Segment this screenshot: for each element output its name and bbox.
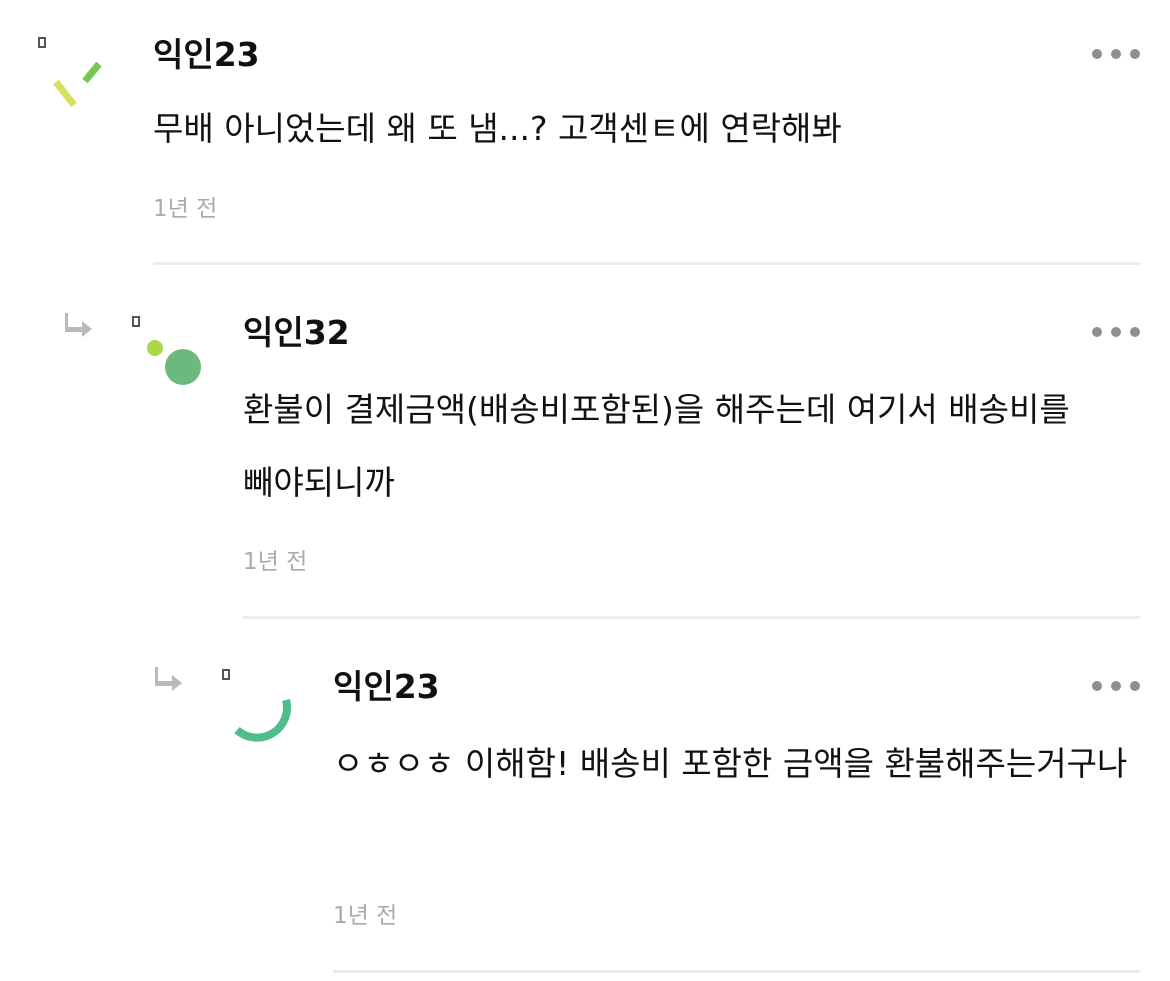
more-dot	[1130, 327, 1140, 337]
avatar-pattern-icon	[222, 669, 291, 742]
avatar[interactable]	[30, 30, 130, 130]
comment-author: 익인32	[243, 313, 350, 352]
more-dot	[1130, 681, 1140, 691]
more-options-button[interactable]	[1092, 674, 1140, 698]
more-dot	[1111, 49, 1121, 59]
comment-divider	[243, 616, 1140, 619]
comment-body: ㅇㅎㅇㅎ 이해함! 배송비 포함한 금액을 환불해주는거구나	[333, 744, 1128, 783]
comment-divider	[153, 262, 1140, 265]
comment-body: 환불이 결제금액(배송비포함된)을 해주는데 여기서 배송비를 빼야되니까	[243, 390, 1070, 502]
more-dot	[1111, 681, 1121, 691]
more-dot	[1111, 327, 1121, 337]
avatar-pattern-icon	[132, 316, 201, 385]
reply-arrow-icon	[65, 313, 92, 337]
comment-timestamp: 1년 전	[333, 903, 398, 929]
comment-author: 익인23	[153, 35, 260, 74]
avatar[interactable]	[210, 662, 310, 762]
avatar-pattern-icon	[38, 37, 102, 108]
comment-divider	[333, 970, 1140, 973]
comment-author: 익인23	[333, 667, 440, 706]
more-dots-icon	[1092, 681, 1102, 691]
comment-timestamp: 1년 전	[243, 549, 308, 575]
more-options-button[interactable]	[1092, 42, 1140, 66]
more-options-button[interactable]	[1092, 320, 1140, 344]
more-dot	[1130, 49, 1140, 59]
more-dots-icon	[1092, 49, 1102, 59]
more-dots-icon	[1092, 327, 1102, 337]
comment-timestamp: 1년 전	[153, 196, 218, 222]
comment-body: 무배 아니었는데 왜 또 냄...? 고객센ㅌ에 연락해봐	[153, 109, 842, 148]
reply-arrow-icon	[155, 667, 182, 691]
avatar[interactable]	[120, 310, 220, 410]
